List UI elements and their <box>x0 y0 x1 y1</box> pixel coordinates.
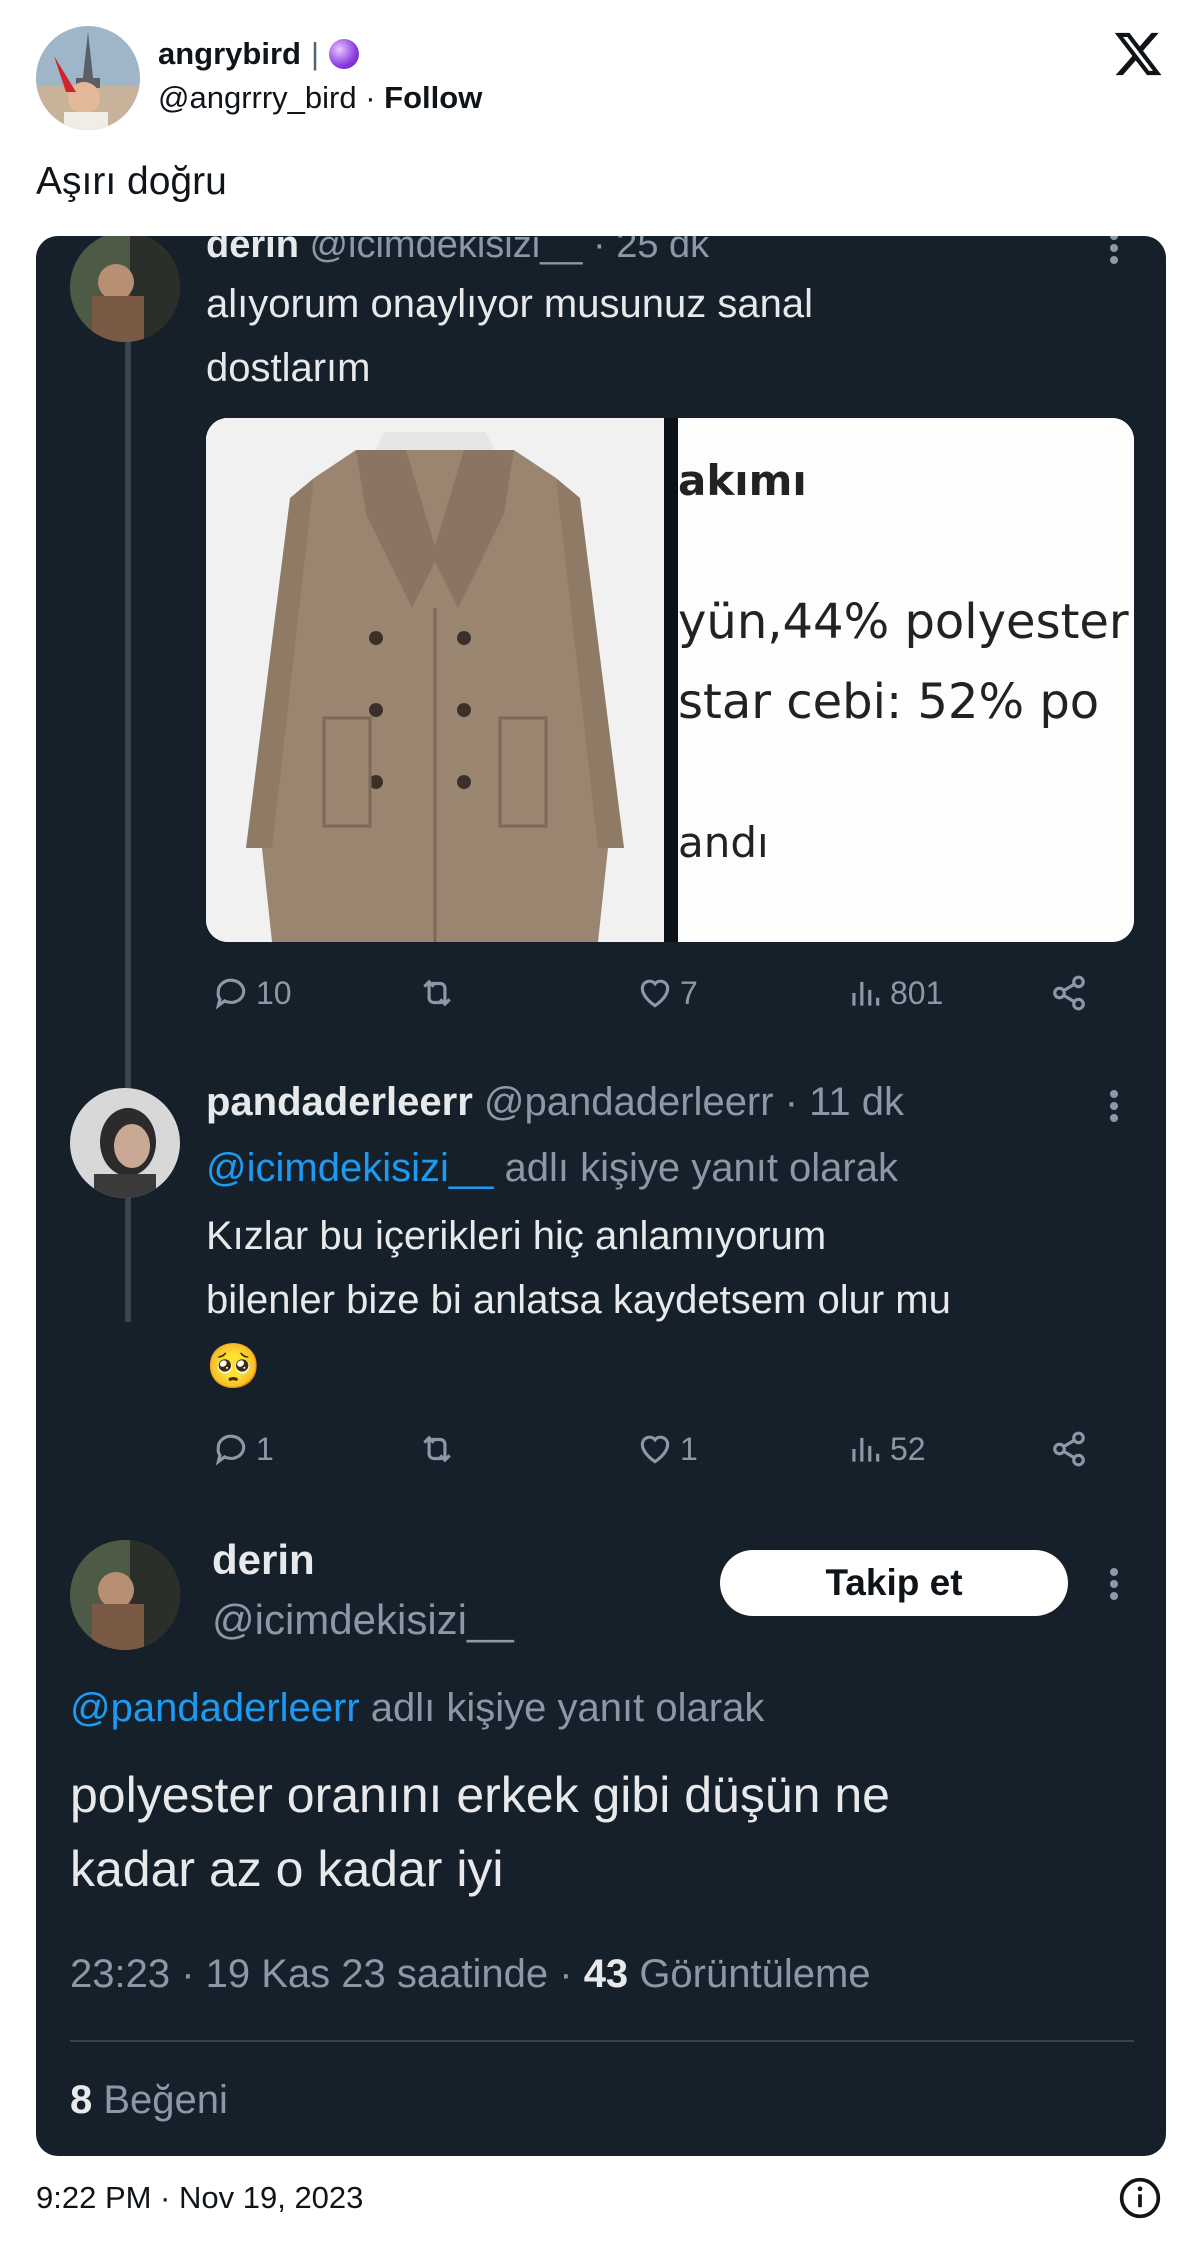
more-icon[interactable] <box>1108 236 1120 266</box>
author-handle-row: @angrrry_bird · Follow <box>158 80 482 116</box>
fabric-label-image[interactable]: akımı yün,44% polyester star cebi: 52% p… <box>678 418 1134 942</box>
handle-dot: · <box>365 80 376 115</box>
post2-retweet-button[interactable] <box>418 1430 456 1468</box>
post3-views-label: Görüntüleme <box>639 1952 871 1996</box>
tweet-timestamp[interactable]: 9:22 PM · Nov 19, 2023 <box>36 2180 363 2216</box>
post1-text-line2: dostlarım <box>206 346 371 390</box>
views-icon <box>852 981 880 1006</box>
x-logo-icon[interactable] <box>1112 28 1164 80</box>
post2-like-button[interactable]: 1 <box>636 1430 698 1468</box>
post3-handle[interactable]: @icimdekisizi__ <box>212 1596 514 1644</box>
post2-text-line2: bilenler bize bi anlatsa kaydetsem olur … <box>206 1278 951 1322</box>
post2-text-line1: Kızlar bu içerikleri hiç anlamıyorum <box>206 1214 827 1258</box>
more-icon[interactable] <box>1108 1566 1120 1602</box>
post3-likes-count: 8 <box>70 2078 93 2122</box>
post2-views-button[interactable]: 52 <box>846 1430 926 1468</box>
post1-media[interactable]: akımı yün,44% polyester star cebi: 52% p… <box>206 418 1134 942</box>
coat-image[interactable] <box>206 418 664 942</box>
post3-text-line1: polyester oranını erkek gibi düşün ne <box>70 1767 890 1823</box>
share-icon <box>1053 1431 1085 1467</box>
post2-reply-button[interactable]: 1 <box>212 1430 274 1468</box>
post1-text-line1: alıyorum onaylıyor musunuz sanal <box>206 282 813 326</box>
post3-likes[interactable]: 8 Beğeni <box>70 2078 228 2123</box>
author-name-row[interactable]: angrybird | <box>158 36 360 72</box>
post1-reply-count: 10 <box>256 974 292 1011</box>
post1-name[interactable]: derin <box>206 236 299 266</box>
post3-meta: 23:23 · 19 Kas 23 saatinde · 43 Görüntül… <box>70 1952 871 1997</box>
post3-reply-to-link[interactable]: @pandaderleerr <box>70 1686 360 1730</box>
post2-handle[interactable]: @pandaderleerr · 11 dk <box>484 1080 904 1124</box>
retweet-icon <box>423 979 451 1007</box>
tweet-text: Aşırı doğru <box>36 160 227 203</box>
label-line-3: star cebi: 52% po <box>678 674 1100 730</box>
retweet-icon <box>423 1435 451 1463</box>
follow-button[interactable]: Takip et <box>720 1550 1068 1616</box>
pleading-face-emoji: 🥺 <box>206 1342 261 1391</box>
post1-view-count: 801 <box>890 974 944 1011</box>
more-icon[interactable] <box>1108 1088 1120 1124</box>
post2-reply-to-link[interactable]: @icimdekisizi__ <box>206 1146 493 1190</box>
label-line-4: andı <box>678 818 769 867</box>
post2-share-button[interactable] <box>1050 1430 1088 1468</box>
pandaderleerr-avatar <box>70 1088 180 1198</box>
post3-likes-label: Beğeni <box>103 2078 228 2122</box>
post2-reply-count: 1 <box>256 1430 274 1467</box>
post1-retweet-button[interactable] <box>418 974 456 1012</box>
post1-header: derin @icimdekisizi__ · 25 dk <box>206 236 709 267</box>
embedded-screenshot[interactable]: derin @icimdekisizi__ · 25 dk alıyorum o… <box>36 236 1166 2156</box>
follow-link[interactable]: Follow <box>384 80 482 115</box>
author-handle[interactable]: @angrrry_bird <box>158 80 357 115</box>
post2-reply-suffix: adlı kişiye yanıt olarak <box>504 1146 898 1190</box>
reply-icon <box>215 1434 246 1466</box>
author-name[interactable]: angrybird <box>158 36 301 72</box>
post3-timestamp[interactable]: 23:23 · 19 Kas 23 saatinde · <box>70 1952 573 1996</box>
like-icon <box>640 979 670 1008</box>
views-icon <box>852 1437 880 1462</box>
media-divider <box>664 418 678 942</box>
like-icon <box>640 1435 670 1464</box>
label-line-2: yün,44% polyester <box>678 594 1129 650</box>
post2-name[interactable]: pandaderleerr <box>206 1080 473 1124</box>
post1-like-count: 7 <box>680 974 698 1011</box>
author-avatar[interactable] <box>36 26 140 130</box>
info-icon[interactable] <box>1118 2176 1162 2220</box>
divider <box>70 2040 1134 2042</box>
name-separator: | <box>310 36 320 71</box>
derin-avatar <box>70 236 180 342</box>
post1-share-button[interactable] <box>1050 974 1088 1012</box>
post3-text-line2: kadar az o kadar iyi <box>70 1841 504 1897</box>
post3-reply-context: @pandaderleerr adlı kişiye yanıt olarak <box>70 1686 764 1731</box>
post1-reply-button[interactable]: 10 <box>212 974 292 1012</box>
reply-icon <box>215 978 246 1010</box>
post2-reply-context: @icimdekisizi__ adlı kişiye yanıt olarak <box>206 1146 898 1191</box>
post3-reply-suffix: adlı kişiye yanıt olarak <box>370 1686 765 1730</box>
post1-like-button[interactable]: 7 <box>636 974 698 1012</box>
share-icon <box>1053 975 1085 1011</box>
crystal-ball-icon <box>329 39 360 69</box>
post3-views-count: 43 <box>583 1952 629 1996</box>
derin-avatar[interactable] <box>70 1540 180 1650</box>
post3-name[interactable]: derin <box>212 1536 315 1584</box>
label-line-1: akımı <box>678 456 807 505</box>
post1-views-button[interactable]: 801 <box>846 974 943 1012</box>
post2-view-count: 52 <box>890 1430 926 1467</box>
post1-time: · 25 dk <box>593 236 710 266</box>
post2-like-count: 1 <box>680 1430 698 1467</box>
post2-header: pandaderleerr @pandaderleerr · 11 dk <box>206 1080 904 1125</box>
post1-handle[interactable]: @icimdekisizi__ <box>309 236 582 266</box>
